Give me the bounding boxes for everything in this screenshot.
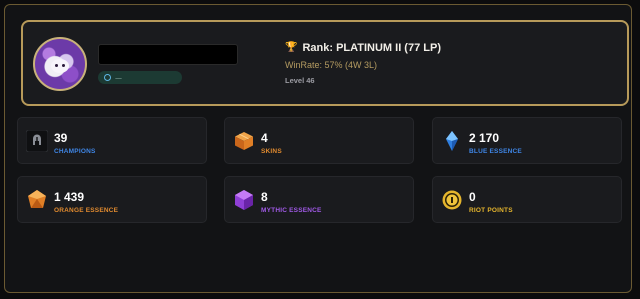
main-frame: — 🏆 Rank: PLATINUM II (77 LP) WinRate: 5… [4, 4, 632, 293]
stat-label: BLUE ESSENCE [469, 148, 522, 155]
helmet-icon [26, 130, 48, 152]
stat-value: 39 [54, 131, 68, 145]
stat-card-skins: 4 SKINS [224, 117, 414, 164]
stat-value: 0 [469, 190, 476, 204]
globe-icon [104, 74, 111, 81]
stat-value: 4 [261, 131, 268, 145]
stat-value: 8 [261, 190, 268, 204]
stat-card-riot-points: 0 RIOT POINTS [432, 176, 622, 223]
stat-card-blue-essence: 2 170 BLUE ESSENCE [432, 117, 622, 164]
blue-essence-icon [441, 130, 463, 152]
avatar [33, 37, 87, 91]
stat-label: ORANGE ESSENCE [54, 207, 119, 214]
region-badge: — [98, 71, 182, 84]
riot-points-icon [441, 189, 463, 211]
rank-line: 🏆 Rank: PLATINUM II (77 LP) [285, 42, 441, 54]
stat-label: MYTHIC ESSENCE [261, 207, 322, 214]
winrate-label: WinRate: 57% (4W 3L) [285, 60, 378, 70]
orange-essence-icon [26, 189, 48, 211]
stat-card-orange-essence: 1 439 ORANGE ESSENCE [17, 176, 207, 223]
trophy-icon: 🏆 [285, 42, 298, 53]
summoner-name-redacted [98, 44, 238, 65]
profile-card: — 🏆 Rank: PLATINUM II (77 LP) WinRate: 5… [21, 20, 629, 106]
stat-label: SKINS [261, 148, 282, 155]
skins-box-icon [233, 130, 255, 152]
region-text: — [115, 73, 122, 82]
rank-label: Rank: PLATINUM II (77 LP) [302, 42, 441, 54]
stat-label: RIOT POINTS [469, 207, 513, 214]
mythic-essence-icon [233, 189, 255, 211]
stat-label: CHAMPIONS [54, 148, 96, 155]
stat-value: 2 170 [469, 131, 500, 145]
stat-card-mythic-essence: 8 MYTHIC ESSENCE [224, 176, 414, 223]
level-label: Level 46 [285, 76, 315, 85]
stat-value: 1 439 [54, 190, 85, 204]
stat-card-champions: 39 CHAMPIONS [17, 117, 207, 164]
avatar-face-icon [51, 59, 69, 73]
